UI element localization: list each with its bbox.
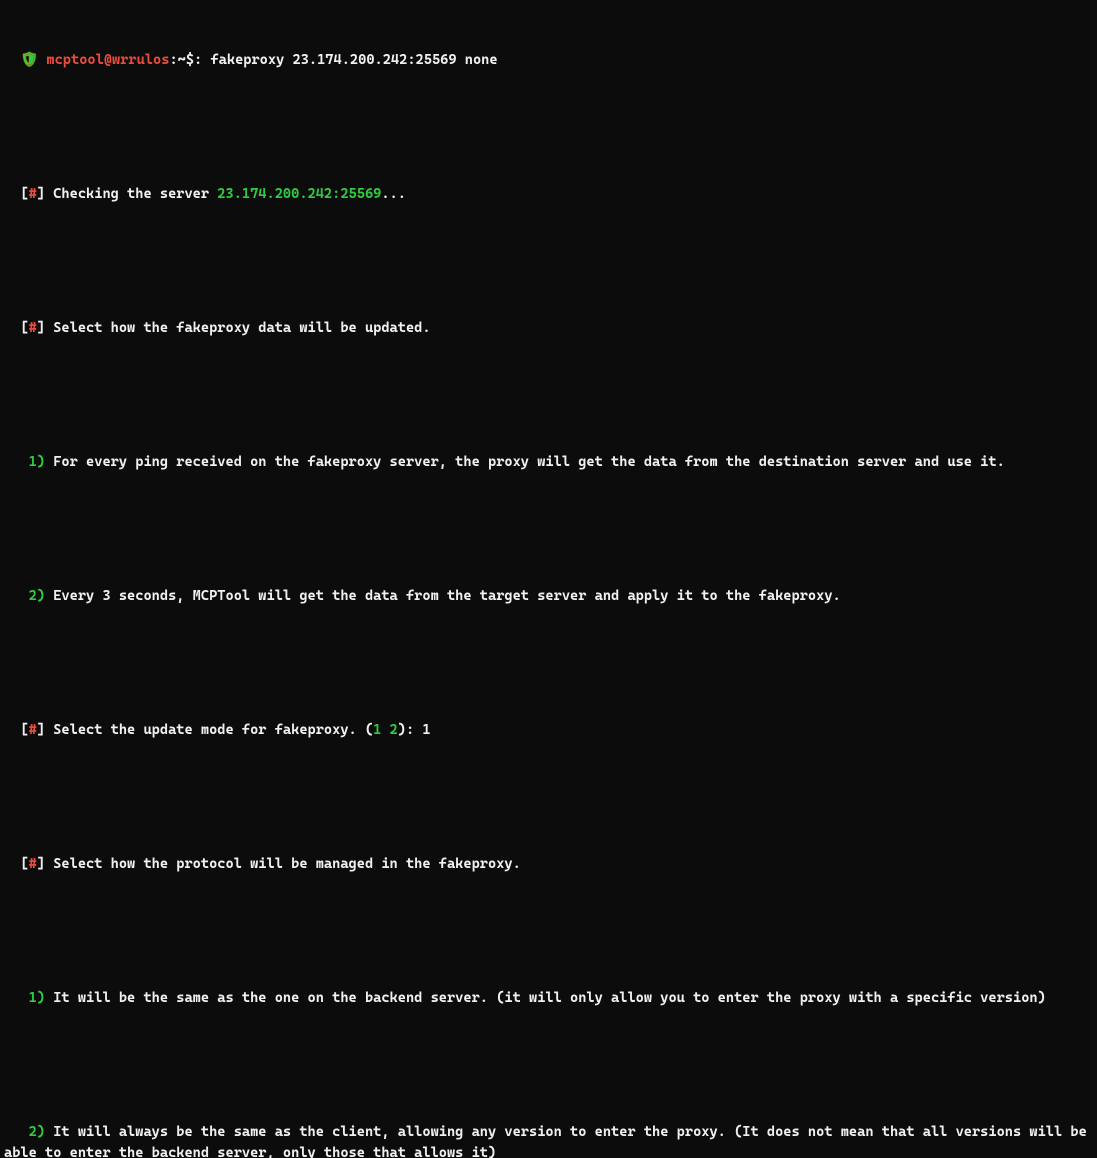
hash-icon: # (29, 320, 37, 336)
blank-line (4, 249, 1093, 274)
hash-icon: # (29, 856, 37, 872)
option-2-update: 2) Every 3 seconds, MCPTool will get the… (4, 584, 1093, 609)
blank-line (4, 1053, 1093, 1078)
user-answer: 1 (422, 722, 430, 738)
prompt-line: 🛡 mcptool@wrrulos:~$: fakeproxy 23.174.2… (4, 48, 1093, 73)
option-1-update: 1) For every ping received on the fakepr… (4, 450, 1093, 475)
option-number: 2) (29, 588, 45, 604)
select-update-header: [#] Select how the fakeproxy data will b… (4, 316, 1093, 341)
checking-line: [#] Checking the server 23.174.200.242:2… (4, 182, 1093, 207)
option-2-proto: 2) It will always be the same as the cli… (4, 1120, 1093, 1158)
select-proto-header: [#] Select how the protocol will be mana… (4, 852, 1093, 877)
blank-line (4, 785, 1093, 810)
hash-icon: # (29, 186, 37, 202)
hash-icon: # (29, 722, 37, 738)
blank-line (4, 517, 1093, 542)
option-number: 1) (29, 990, 45, 1006)
blank-line (4, 651, 1093, 676)
server-address: 23.174.200.242:25569 (217, 186, 381, 202)
option-number: 2) (29, 1124, 45, 1140)
option-1-proto: 1) It will be the same as the one on the… (4, 986, 1093, 1011)
option-number: 1) (29, 454, 45, 470)
blank-line (4, 383, 1093, 408)
blank-line (4, 919, 1093, 944)
blank-line (4, 115, 1093, 140)
select-update-prompt: [#] Select the update mode for fakeproxy… (4, 718, 1093, 743)
entered-command: fakeproxy 23.174.200.242:25569 none (210, 52, 497, 68)
shield-icon: 🛡 (20, 52, 38, 68)
terminal-output[interactable]: 🛡 mcptool@wrrulos:~$: fakeproxy 23.174.2… (4, 6, 1093, 1158)
user-host: mcptool@wrrulos (46, 52, 169, 68)
